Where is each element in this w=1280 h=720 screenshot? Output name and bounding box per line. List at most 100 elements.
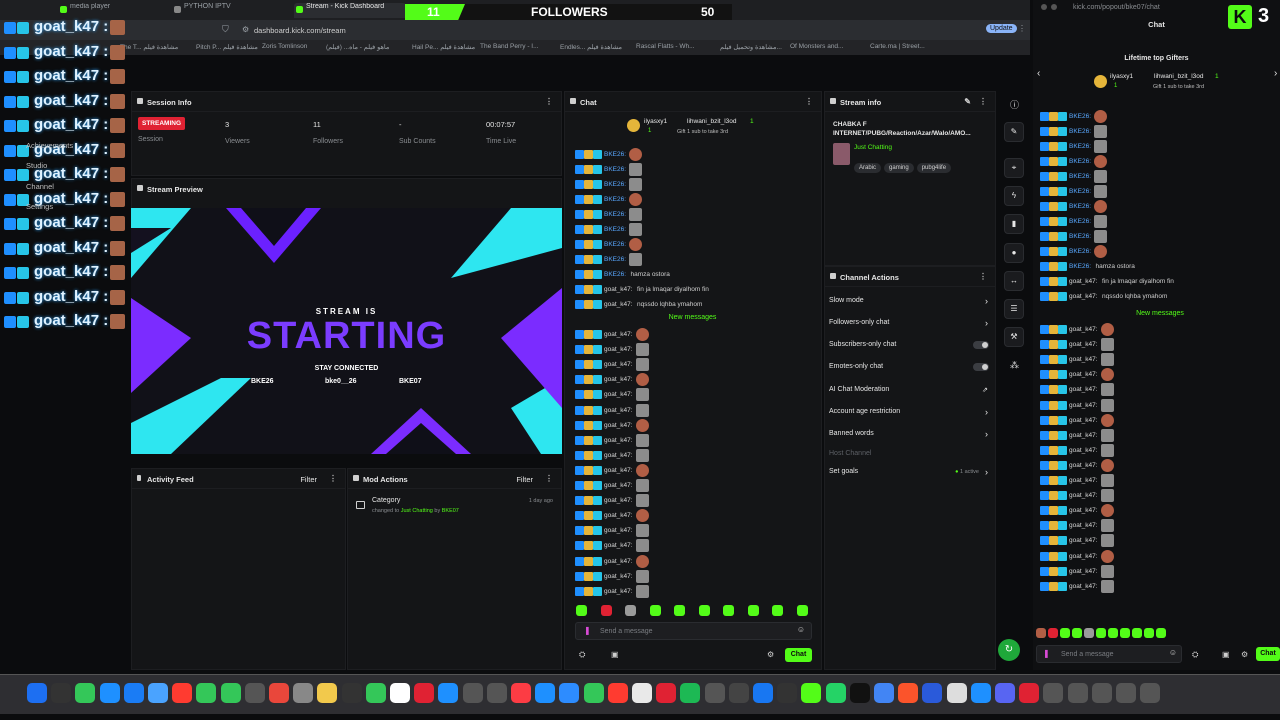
trash-tool-icon[interactable]: ▮: [1004, 214, 1024, 234]
chat-username[interactable]: goat_k47:: [604, 573, 633, 580]
chat-username[interactable]: goat_k47:: [1069, 568, 1098, 575]
stream-tag[interactable]: pubg4life: [916, 163, 952, 173]
set-goals-row[interactable]: Set goals ● 1 active ›: [829, 467, 995, 486]
chat-username[interactable]: goat_k47:: [1069, 371, 1098, 378]
followers-only-row[interactable]: Followers-only chat ›: [829, 318, 995, 337]
bookmark-item[interactable]: The Band Perry - I...: [480, 43, 539, 50]
chat-username[interactable]: goat_k47:: [1069, 583, 1098, 590]
bookmark-item[interactable]: مشاهدة وتحميل فيلم...: [720, 43, 782, 51]
banned-words-row[interactable]: Banned words ›: [829, 429, 995, 448]
chat-username[interactable]: BKE26:: [1069, 218, 1091, 225]
dock-app-icon[interactable]: [535, 683, 556, 703]
emotes-only-toggle[interactable]: [973, 363, 989, 371]
popout-gift-icon[interactable]: ▣: [1222, 650, 1230, 659]
chat-username[interactable]: goat_k47:: [1069, 356, 1098, 363]
chat-username[interactable]: goat_k47:: [604, 467, 633, 474]
chat-username[interactable]: BKE26:: [1069, 248, 1091, 255]
popout-users-icon[interactable]: ⛭: [1192, 650, 1198, 660]
channel-actions-menu-icon[interactable]: ⋮: [979, 272, 987, 281]
chat-username[interactable]: goat_k47:: [1069, 278, 1098, 285]
chat-username[interactable]: goat_k47:: [1069, 462, 1098, 469]
flash-tool-icon[interactable]: ϟ: [1004, 186, 1024, 206]
arrows-tool-icon[interactable]: ↔: [1004, 271, 1024, 291]
dock-app-icon[interactable]: [704, 683, 725, 703]
stream-tag[interactable]: Arabic: [854, 163, 882, 173]
bookmark-item[interactable]: Zoris Tomlinson: [262, 43, 307, 50]
chat-gift-icon[interactable]: ▣: [611, 650, 619, 659]
chat-username[interactable]: goat_k47:: [1069, 326, 1098, 333]
next-arrow-icon[interactable]: ›: [1274, 68, 1277, 79]
info-icon[interactable]: ⓘ: [1010, 98, 1019, 111]
bookmark-item[interactable]: Rascal Flatts - Wh...: [636, 43, 695, 50]
dock-app-icon[interactable]: [849, 683, 870, 703]
chat-username[interactable]: goat_k47:: [1069, 522, 1098, 529]
chat-username[interactable]: goat_k47:: [604, 391, 633, 398]
slow-mode-row[interactable]: Slow mode ›: [829, 296, 995, 315]
url-text[interactable]: dashboard.kick.com/stream: [254, 26, 346, 35]
chat-username[interactable]: goat_k47:: [1069, 293, 1098, 300]
chat-username[interactable]: goat_k47:: [604, 542, 633, 549]
popout-emote-bar[interactable]: [1036, 628, 1176, 640]
hammer-tool-icon[interactable]: ⚒: [1004, 327, 1024, 347]
bookmark-item[interactable]: Carte.ma | Street...: [870, 43, 925, 50]
dock-app-icon[interactable]: [1140, 683, 1161, 703]
dock-app-icon[interactable]: [269, 683, 289, 703]
dock-app-icon[interactable]: [511, 683, 531, 703]
emote-icon[interactable]: [796, 605, 808, 616]
dock-app-icon[interactable]: [946, 683, 967, 703]
dock-app-icon[interactable]: [607, 683, 628, 703]
chat-gifter-2[interactable]: lihwani_bzit_l3od: [687, 118, 737, 125]
refresh-icon[interactable]: ↻: [998, 639, 1020, 661]
dock-app-icon[interactable]: [414, 683, 435, 703]
bookmark-item[interactable]: ماهو فيلم - ماه... (فيلم): [326, 43, 389, 51]
site-info-icon[interactable]: ⚙: [242, 25, 249, 34]
activity-menu-icon[interactable]: ⋮: [329, 474, 337, 483]
dock-app-icon[interactable]: [341, 683, 362, 703]
dock-app-icon[interactable]: [51, 683, 72, 703]
chat-username[interactable]: BKE26:: [1069, 173, 1091, 180]
chat-menu-icon[interactable]: ⋮: [805, 97, 813, 106]
popout-send-button[interactable]: Chat: [1256, 647, 1280, 661]
chat-username[interactable]: goat_k47:: [604, 558, 633, 565]
chat-gifter-1[interactable]: ilyasxy1: [644, 118, 667, 125]
share-icon[interactable]: ⁂: [1010, 360, 1019, 371]
dock-app-icon[interactable]: [970, 683, 991, 703]
chat-username[interactable]: goat_k47:: [1069, 402, 1098, 409]
window-close-icon[interactable]: [1041, 4, 1047, 10]
dock-app-icon[interactable]: [898, 683, 919, 703]
dock-app-icon[interactable]: [825, 683, 846, 703]
chat-username[interactable]: goat_k47:: [604, 301, 633, 308]
account-age-row[interactable]: Account age restriction ›: [829, 407, 995, 426]
chat-username[interactable]: goat_k47:: [604, 512, 633, 519]
tab-kick-dashboard[interactable]: Stream - Kick Dashboard: [294, 3, 406, 18]
chat-username[interactable]: goat_k47:: [604, 286, 633, 293]
chat-settings-icon[interactable]: ⚙: [767, 650, 774, 659]
dock-app-icon[interactable]: [293, 683, 314, 703]
chat-username[interactable]: BKE26:: [1069, 143, 1091, 150]
chat-username[interactable]: goat_k47:: [604, 376, 633, 383]
chat-username[interactable]: goat_k47:: [1069, 386, 1098, 393]
emote-icon[interactable]: [723, 605, 734, 616]
chat-username[interactable]: goat_k47:: [604, 452, 633, 459]
chat-send-button[interactable]: Chat: [785, 648, 812, 662]
window-minimize-icon[interactable]: [1051, 4, 1057, 10]
menu-achievements[interactable]: Achievements: [26, 141, 73, 150]
chat-new-messages[interactable]: New messages: [570, 314, 815, 321]
chat-username[interactable]: goat_k47:: [1069, 477, 1098, 484]
menu-channel[interactable]: Channel: [26, 182, 54, 191]
dock-app-icon[interactable]: [583, 683, 604, 703]
chat-username[interactable]: BKE26:: [1069, 158, 1091, 165]
chat-username[interactable]: BKE26:: [604, 241, 626, 248]
dock-app-icon[interactable]: [995, 683, 1015, 703]
emote-icon[interactable]: [649, 605, 661, 616]
emote-icon[interactable]: [600, 605, 612, 616]
dock-app-icon[interactable]: [1067, 683, 1088, 703]
dock-app-icon[interactable]: [438, 683, 459, 703]
chat-username[interactable]: BKE26:: [604, 271, 626, 278]
dock-app-icon[interactable]: [632, 683, 652, 703]
emote-icon[interactable]: [576, 605, 587, 616]
dock-app-icon[interactable]: [1019, 683, 1040, 703]
dock-app-icon[interactable]: [1091, 683, 1112, 703]
chat-username[interactable]: goat_k47:: [1069, 341, 1098, 348]
pen-tool-icon[interactable]: ✎: [1004, 122, 1024, 142]
